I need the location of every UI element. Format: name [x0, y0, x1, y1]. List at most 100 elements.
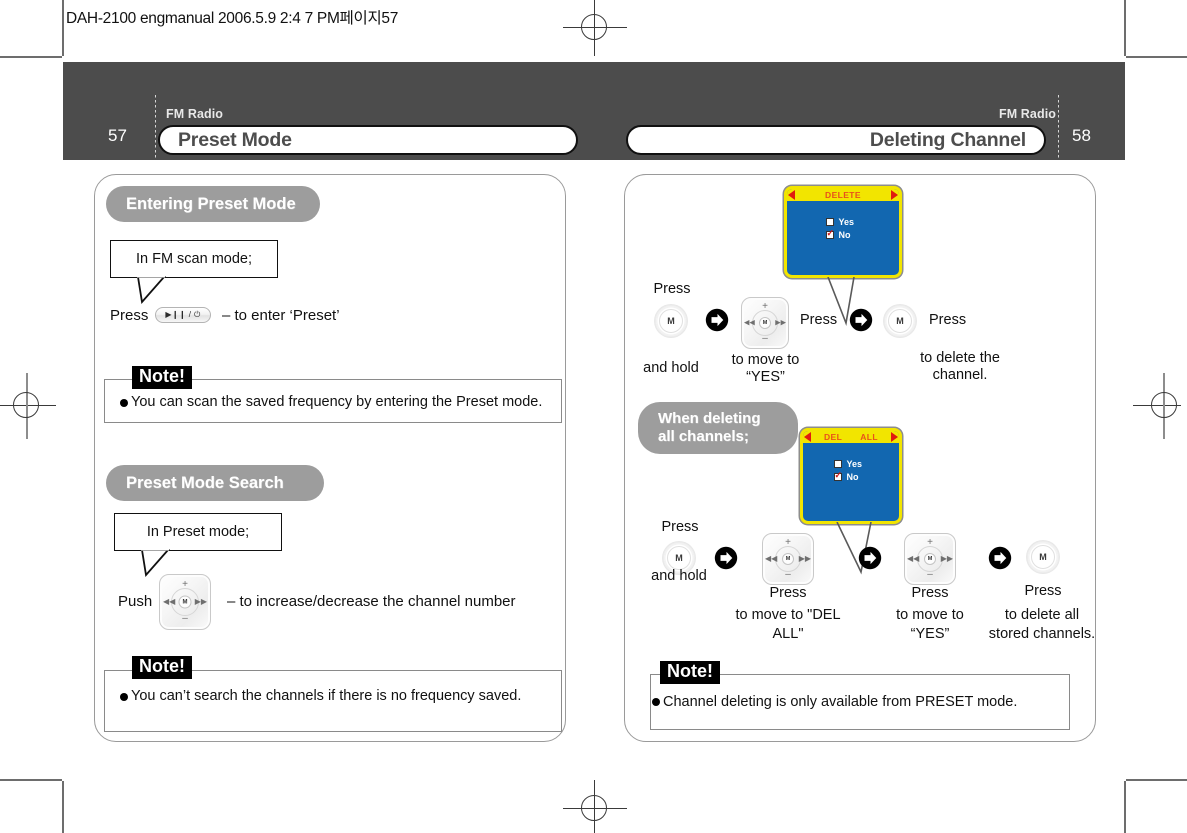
- lcd-del-all-options: Yes No: [803, 459, 899, 485]
- flow2-joystick-pad-2[interactable]: M + – ◀◀ ▶▶: [904, 533, 956, 585]
- joystick-next-icon[interactable]: ▶▶: [799, 555, 811, 563]
- joystick-next-icon[interactable]: ▶▶: [941, 555, 953, 563]
- flow2-step3-caption-line2: “YES”: [910, 626, 950, 642]
- step-press-suffix: – to enter ‘Preset’: [222, 307, 340, 324]
- play-pause-power-key-label: ▶❙❙ / ⏻: [165, 310, 201, 319]
- flow2-joystick-pad-1[interactable]: M + – ◀◀ ▶▶: [762, 533, 814, 585]
- joystick-prev-icon[interactable]: ◀◀: [765, 555, 777, 563]
- flow2-step3-press-label: Press: [911, 585, 949, 601]
- lcd-screen-del-all: DEL ALL Yes No: [800, 428, 902, 524]
- flow1-step1-m-label: M: [667, 316, 675, 326]
- callout-fm-scan-mode-tail: [136, 276, 166, 304]
- joystick-prev-label: ◀◀: [765, 554, 778, 563]
- joystick-next-label: ▶▶: [194, 597, 207, 606]
- flow1-step3-press-label: Press: [929, 312, 967, 328]
- joystick-hub[interactable]: M: [924, 553, 936, 565]
- checkbox-no[interactable]: [833, 470, 842, 481]
- page-title-right: Deleting Channel: [626, 125, 1046, 155]
- lcd-left-arrow-icon[interactable]: [804, 432, 811, 442]
- lcd-right-arrow-icon[interactable]: [891, 190, 898, 200]
- joystick-plus-icon[interactable]: +: [785, 538, 791, 548]
- checkbox-no[interactable]: [825, 228, 834, 239]
- joystick-plus-icon[interactable]: +: [762, 302, 768, 312]
- checkbox-yes[interactable]: [833, 460, 842, 468]
- lcd-option-row[interactable]: No: [803, 470, 899, 482]
- joystick-hub[interactable]: M: [782, 553, 794, 565]
- flow1-step1-press-label: Press: [653, 281, 691, 297]
- flow2-step1-m-label: M: [675, 553, 683, 563]
- joystick-hub-label: M: [182, 599, 188, 605]
- flow2-step2-caption-line1: to move to "DEL: [735, 607, 841, 623]
- joystick-prev-icon[interactable]: ◀◀: [163, 598, 175, 606]
- checkbox-yes[interactable]: [825, 218, 834, 226]
- page-number-right: 58: [1072, 126, 1091, 145]
- flow2-step4-m-button[interactable]: M: [1027, 541, 1059, 573]
- checkbox-yes-label: Yes: [838, 217, 855, 227]
- joystick-plus-label: +: [182, 579, 188, 590]
- flow1-arrow-2-icon: [849, 308, 873, 332]
- lcd-option-row[interactable]: No: [787, 228, 899, 240]
- callout-in-preset-mode-label: In Preset mode;: [146, 524, 250, 540]
- lcd-option-row[interactable]: Yes: [787, 217, 899, 227]
- joystick-minus-icon[interactable]: –: [762, 334, 768, 344]
- flow2-step1-and-hold-label: and hold: [651, 568, 707, 584]
- flow1-joystick-pad[interactable]: M + – ◀◀ ▶▶: [741, 297, 789, 349]
- crop-line-bottom-right: [1126, 779, 1187, 781]
- flow1-step3-m-button[interactable]: M: [884, 305, 916, 337]
- joystick-minus-icon[interactable]: –: [927, 570, 933, 580]
- lcd-delete-titlebar: DELETE: [787, 189, 899, 201]
- lcd-right-arrow-icon[interactable]: [891, 432, 898, 442]
- header-divider-right: [1058, 95, 1059, 160]
- step-push-suffix: – to increase/decrease the channel numbe…: [227, 593, 516, 610]
- flow2-arrow-3-icon: [988, 546, 1012, 570]
- joystick-prev-icon[interactable]: ◀◀: [907, 555, 919, 563]
- note-tag-preset-only: Note!: [660, 661, 720, 684]
- joystick-next-icon[interactable]: ▶▶: [775, 320, 786, 327]
- joystick-pad-left-page[interactable]: M + – ◀◀ ▶▶: [159, 574, 211, 630]
- crop-line-left-vert: [62, 0, 64, 56]
- flow1-step1-m-button[interactable]: M: [655, 305, 687, 337]
- lcd-left-arrow-icon[interactable]: [788, 190, 795, 200]
- joystick-plus-icon[interactable]: +: [927, 538, 933, 548]
- lcd-screen-delete: DELETE Yes No: [784, 186, 902, 278]
- page-title-left-text: Preset Mode: [178, 128, 292, 151]
- flow2-step4-caption-line1: to delete all: [1004, 607, 1080, 623]
- registration-mark-top: [563, 0, 627, 56]
- flow2-arrow-2-icon: [858, 546, 882, 570]
- joystick-next-icon[interactable]: ▶▶: [195, 598, 207, 606]
- heading-entering-preset-mode-label: Entering Preset Mode: [126, 194, 296, 213]
- joystick-minus-icon[interactable]: –: [182, 614, 188, 624]
- joystick-hub-label: M: [927, 556, 933, 562]
- joystick-hub-label: M: [785, 556, 791, 562]
- joystick-hub-label: M: [762, 320, 768, 326]
- callout-fm-scan-mode-label: In FM scan mode;: [135, 251, 253, 267]
- joystick-prev-label: ◀◀: [163, 597, 176, 606]
- crop-line-top-left: [0, 56, 62, 58]
- joystick-plus-icon[interactable]: +: [182, 580, 188, 590]
- joystick-hub[interactable]: M: [759, 317, 771, 329]
- crop-line-bottom-left: [0, 779, 62, 781]
- flow2-step2-caption-line2: ALL": [772, 626, 804, 642]
- flow2-step4-press-label: Press: [1024, 583, 1062, 599]
- flow1-arrow-1-icon: [705, 308, 729, 332]
- flow1-step3-caption-line1: to delete the: [920, 350, 1000, 366]
- lcd-del-all-title-left: DEL: [824, 432, 843, 442]
- note-bullet-preset-scan: [120, 399, 128, 407]
- crop-line-right-vert-bottom: [1124, 781, 1126, 833]
- joystick-minus-icon[interactable]: –: [785, 570, 791, 580]
- callout-in-preset-mode: In Preset mode;: [114, 513, 282, 551]
- flow2-step4-m-label: M: [1039, 552, 1047, 562]
- joystick-plus-label: +: [785, 537, 791, 548]
- joystick-prev-icon[interactable]: ◀◀: [744, 320, 755, 327]
- flow2-arrow-1-icon: [714, 546, 738, 570]
- flow2-step1-press-label: Press: [661, 519, 699, 535]
- heading-entering-preset-mode: Entering Preset Mode: [106, 186, 320, 222]
- flow2-step3-caption-line1: to move to: [896, 607, 964, 623]
- lcd-del-all-title-right: ALL: [860, 432, 878, 442]
- section-kicker-left: FM Radio: [166, 107, 224, 121]
- heading-preset-mode-search-label: Preset Mode Search: [126, 473, 284, 492]
- flow1-step3-caption-line2: channel.: [932, 367, 988, 383]
- lcd-option-row[interactable]: Yes: [803, 459, 899, 469]
- lcd-delete-options: Yes No: [787, 217, 899, 243]
- joystick-hub[interactable]: M: [178, 595, 192, 609]
